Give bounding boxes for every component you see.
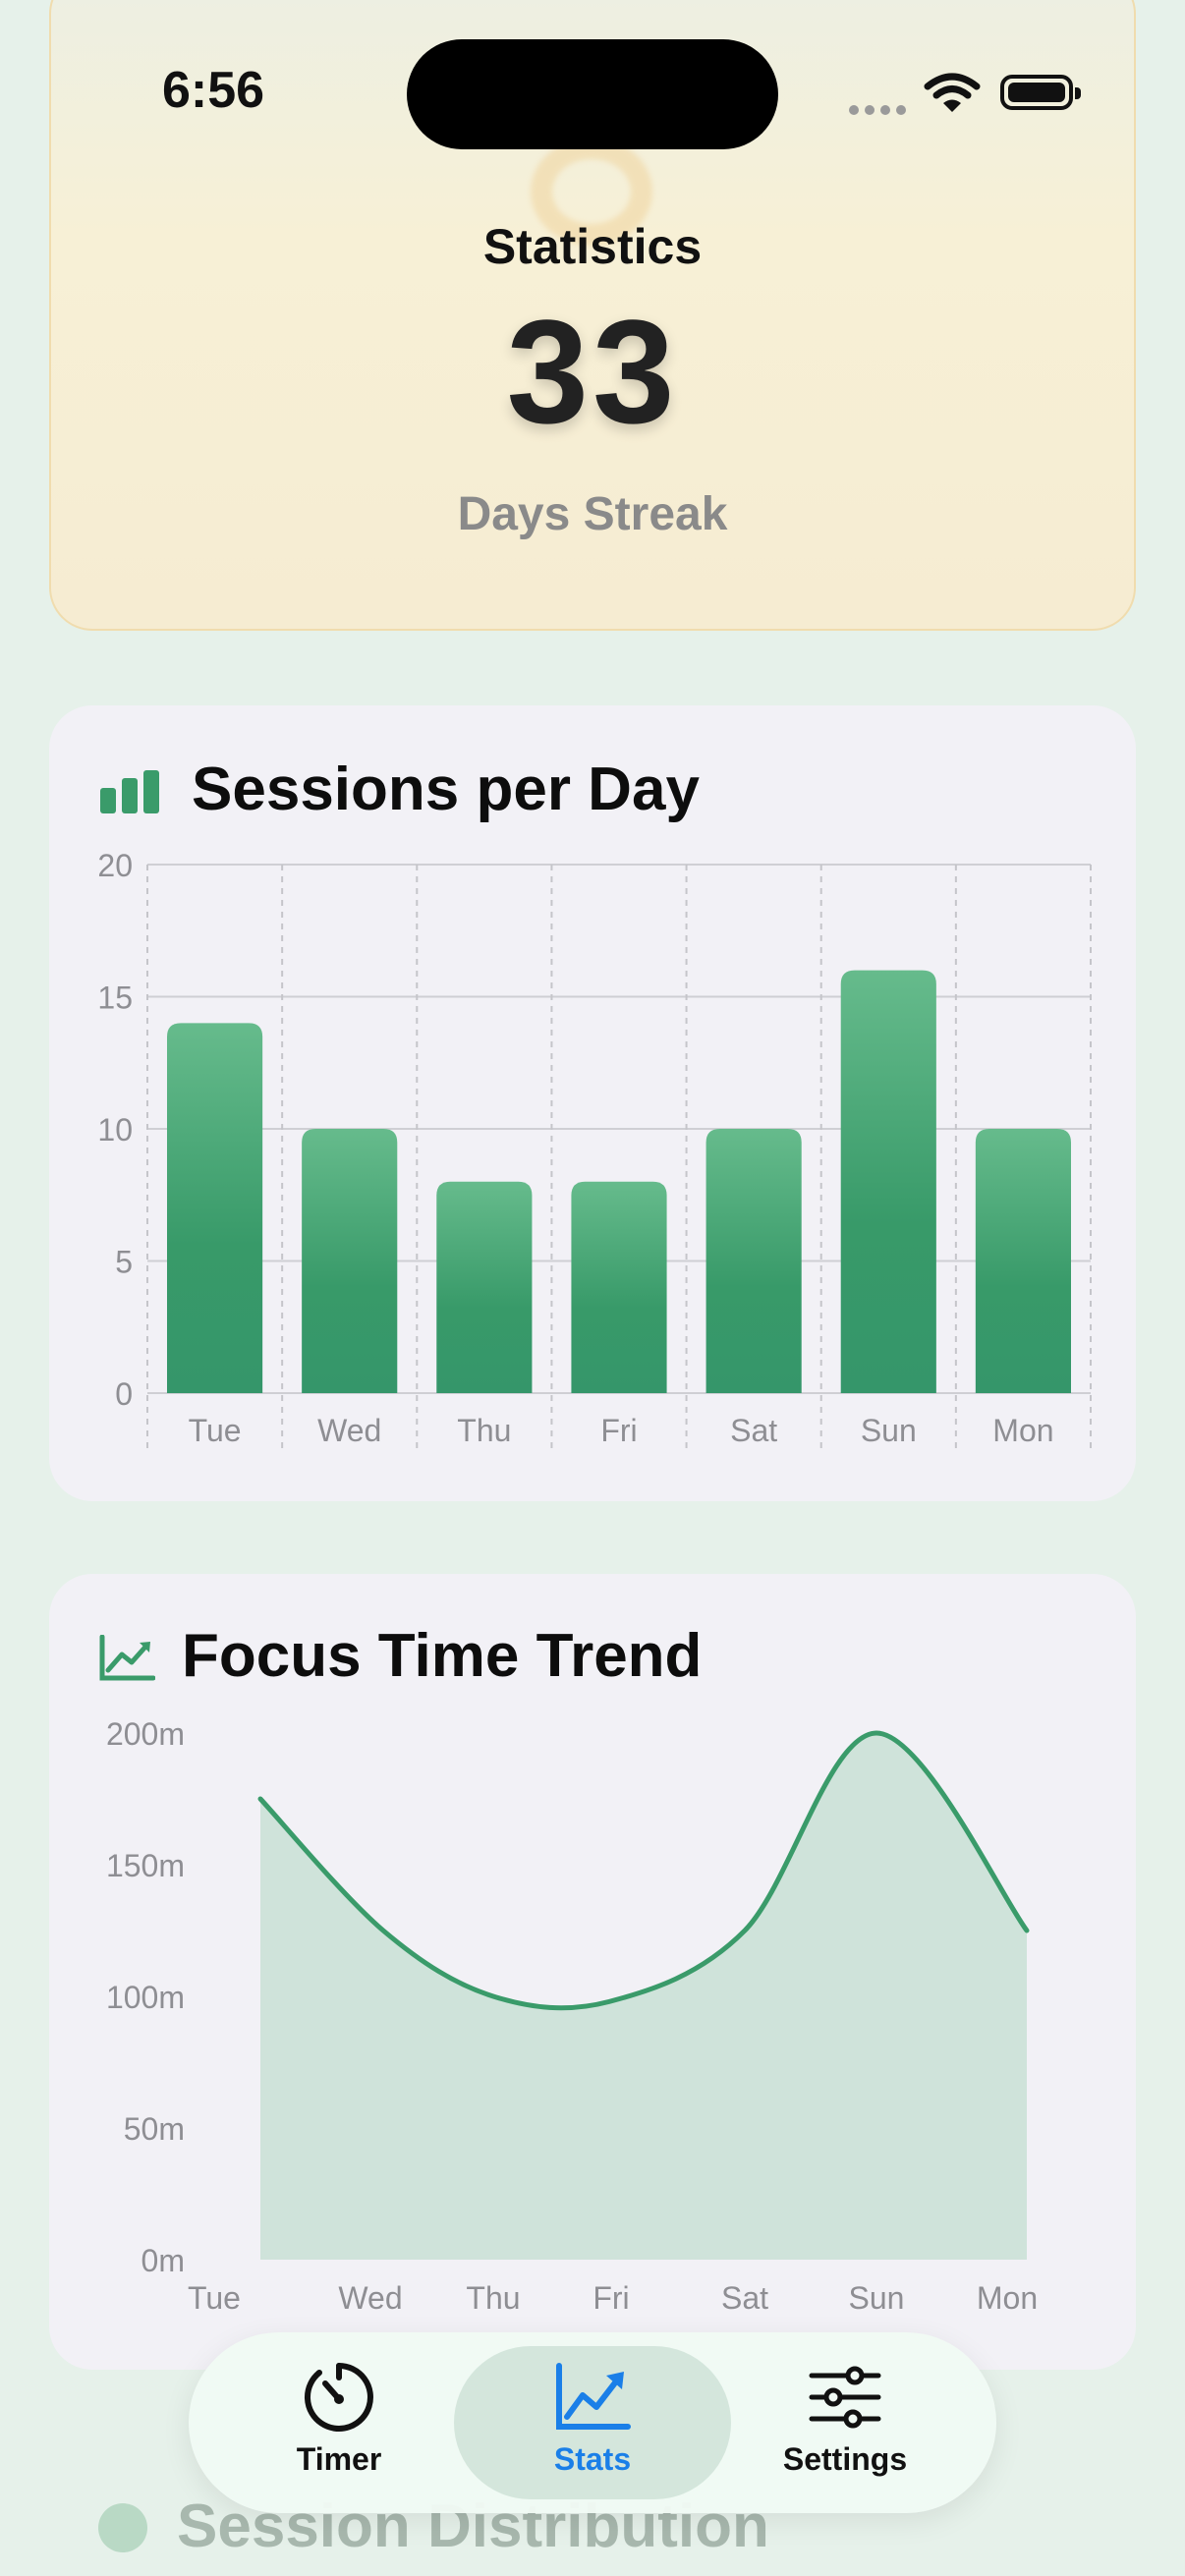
tab-settings[interactable]: Settings [766,2360,924,2488]
x-tick-label: Thu [466,2280,520,2316]
x-tick-label: Fri [592,2280,629,2316]
x-tick-label: Tue [188,2280,241,2316]
x-tick-label: Sun [849,2280,905,2316]
timer-icon [304,2363,373,2432]
focus-trend-chart: 0m 50m 100m 150m 200m Tue Wed Thu Fri Sat Sun Mon [106,1716,1038,2316]
y-tick-label: 0m [141,2243,185,2278]
trend-area [260,1733,1027,2260]
sliders-icon [809,2366,881,2429]
x-tick-label: Sat [721,2280,768,2316]
tab-stats-label: Stats [553,2441,632,2477]
stats-icon [556,2363,631,2430]
tab-settings-label: Settings [782,2441,908,2477]
y-tick-label: 100m [106,1980,185,2015]
y-tick-label: 200m [106,1716,185,1752]
tab-timer[interactable]: Timer [285,2360,393,2488]
y-tick-label: 50m [124,2111,185,2147]
y-tick-label: 150m [106,1848,185,1883]
pie-chart-icon [98,2503,147,2552]
x-tick-label: Mon [977,2280,1038,2316]
x-tick-label: Wed [338,2280,402,2316]
tab-stats[interactable]: Stats [538,2360,647,2488]
tab-timer-label: Timer [296,2441,382,2477]
